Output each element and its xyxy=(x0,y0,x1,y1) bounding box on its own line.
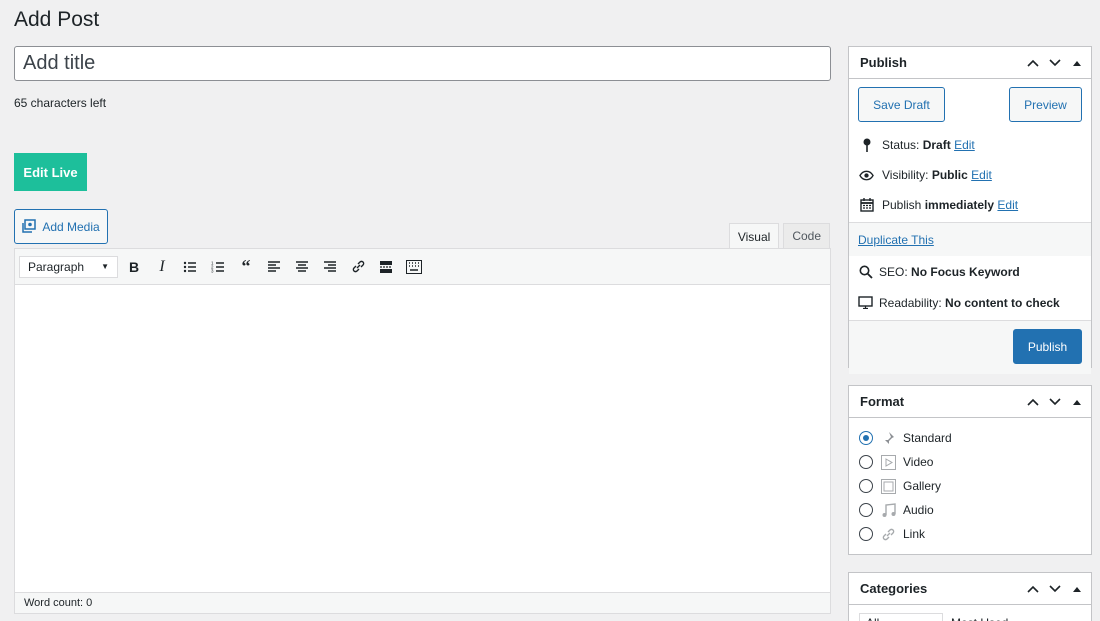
status-value: Draft xyxy=(922,138,951,152)
publish-panel-header: Publish xyxy=(849,47,1091,79)
video-radio[interactable] xyxy=(859,455,873,469)
format-option-gallery[interactable]: Gallery xyxy=(859,474,1081,498)
seo-label: SEO: xyxy=(879,264,908,279)
status-label: Status: xyxy=(882,138,920,152)
chevron-down-icon[interactable] xyxy=(1047,54,1063,72)
pin-icon xyxy=(859,138,874,153)
publish-schedule-value: immediately xyxy=(924,198,995,212)
align-center-icon[interactable] xyxy=(290,255,314,279)
characters-left-counter: 65 characters left xyxy=(14,96,107,110)
categories-panel-header: Categories xyxy=(849,573,1091,605)
numbered-list-icon[interactable]: 123 xyxy=(206,255,230,279)
chevron-up-icon[interactable] xyxy=(1025,580,1041,598)
bold-icon[interactable]: B xyxy=(122,255,146,279)
preview-button[interactable]: Preview xyxy=(1009,87,1082,122)
save-draft-button[interactable]: Save Draft xyxy=(858,87,945,122)
video-icon xyxy=(880,454,896,470)
editor-toolbar: Paragraph ▼ B I 123 “ xyxy=(15,249,830,285)
duplicate-this-link[interactable]: Duplicate This xyxy=(858,233,934,247)
media-icon xyxy=(22,219,37,234)
chevron-up-icon[interactable] xyxy=(1025,54,1041,72)
svg-text:3: 3 xyxy=(211,268,214,273)
collapse-toggle-icon[interactable] xyxy=(1069,580,1085,598)
gallery-radio[interactable] xyxy=(859,479,873,493)
read-more-icon[interactable] xyxy=(374,255,398,279)
link-radio[interactable] xyxy=(859,527,873,541)
chevron-down-icon[interactable] xyxy=(1047,580,1063,598)
seo-row: SEO: No Focus Keyword xyxy=(849,256,1091,287)
collapse-toggle-icon[interactable] xyxy=(1069,54,1085,72)
format-panel-header: Format xyxy=(849,386,1091,418)
publish-schedule-label: Publish xyxy=(882,198,922,212)
italic-icon[interactable]: I xyxy=(150,255,174,279)
readability-label: Readability: xyxy=(879,295,942,310)
visibility-row: Visibility: Public Edit xyxy=(849,160,1091,190)
search-icon xyxy=(858,264,873,279)
add-media-button[interactable]: Add Media xyxy=(14,209,108,244)
edit-schedule-link[interactable]: Edit xyxy=(997,198,1018,212)
chevron-down-icon: ▼ xyxy=(101,262,109,271)
align-right-icon[interactable] xyxy=(318,255,342,279)
edit-status-link[interactable]: Edit xyxy=(954,138,975,152)
tab-most-used[interactable]: Most Used xyxy=(951,613,1008,621)
format-option-label: Link xyxy=(903,527,926,541)
collapse-toggle-icon[interactable] xyxy=(1069,393,1085,411)
categories-panel-title: Categories xyxy=(860,581,928,596)
toolbar-toggle-icon[interactable] xyxy=(402,255,426,279)
format-option-label: Gallery xyxy=(903,479,942,493)
format-option-label: Audio xyxy=(903,503,934,517)
gallery-icon xyxy=(880,478,896,494)
audio-radio[interactable] xyxy=(859,503,873,517)
edit-visibility-link[interactable]: Edit xyxy=(971,168,992,182)
chevron-down-icon[interactable] xyxy=(1047,393,1063,411)
audio-icon xyxy=(880,502,896,518)
calendar-icon xyxy=(859,198,874,213)
editor-content-area[interactable] xyxy=(15,285,830,592)
tab-all-categories[interactable]: All Categories xyxy=(859,613,943,621)
tab-visual[interactable]: Visual xyxy=(728,223,780,249)
format-select-value: Paragraph xyxy=(28,259,85,274)
tab-code[interactable]: Code xyxy=(783,223,830,248)
visibility-value: Public xyxy=(931,168,968,182)
readability-value: No content to check xyxy=(945,295,1060,310)
format-option-standard[interactable]: Standard xyxy=(859,426,1081,450)
link-icon xyxy=(880,526,896,542)
link-icon[interactable] xyxy=(346,255,370,279)
publish-schedule-row: Publish immediately Edit xyxy=(849,190,1091,220)
format-select[interactable]: Paragraph ▼ xyxy=(19,255,118,278)
page-title: Add Post xyxy=(14,8,100,31)
categories-tabs: All Categories Most Used xyxy=(849,605,1091,621)
post-editor: Paragraph ▼ B I 123 “ Word count: 0 xyxy=(14,248,831,614)
pin-icon xyxy=(880,430,896,446)
format-option-label: Standard xyxy=(903,431,952,445)
duplicate-row: Duplicate This xyxy=(849,222,1091,256)
format-option-video[interactable]: Video xyxy=(859,450,1081,474)
publish-panel-title: Publish xyxy=(860,55,907,70)
publish-panel: Publish Save Draft Preview Status: Draft… xyxy=(848,46,1092,374)
add-media-label: Add Media xyxy=(42,219,100,234)
editor-mode-tabs: Visual Code xyxy=(728,223,830,249)
format-option-link[interactable]: Link xyxy=(859,522,1081,546)
visibility-label: Visibility: xyxy=(882,168,929,182)
status-row: Status: Draft Edit xyxy=(849,130,1091,160)
publish-button[interactable]: Publish xyxy=(1013,329,1082,364)
format-option-label: Video xyxy=(903,455,934,469)
categories-panel: Categories All Categories Most Used xyxy=(848,572,1092,621)
publish-actions: Publish xyxy=(849,320,1091,374)
blockquote-icon[interactable]: “ xyxy=(234,255,258,279)
eye-icon xyxy=(859,168,874,183)
format-panel: Format Standard Video Gallery Audio Link xyxy=(848,385,1092,555)
chevron-up-icon[interactable] xyxy=(1025,393,1041,411)
seo-value: No Focus Keyword xyxy=(911,264,1020,279)
readability-row: Readability: No content to check xyxy=(849,287,1091,318)
align-left-icon[interactable] xyxy=(262,255,286,279)
format-panel-title: Format xyxy=(860,394,905,409)
word-count: Word count: 0 xyxy=(15,592,830,613)
format-option-audio[interactable]: Audio xyxy=(859,498,1081,522)
edit-live-button[interactable]: Edit Live xyxy=(14,153,87,191)
bulleted-list-icon[interactable] xyxy=(178,255,202,279)
post-title-input[interactable] xyxy=(14,46,831,81)
standard-radio[interactable] xyxy=(859,431,873,445)
monitor-icon xyxy=(858,295,873,310)
